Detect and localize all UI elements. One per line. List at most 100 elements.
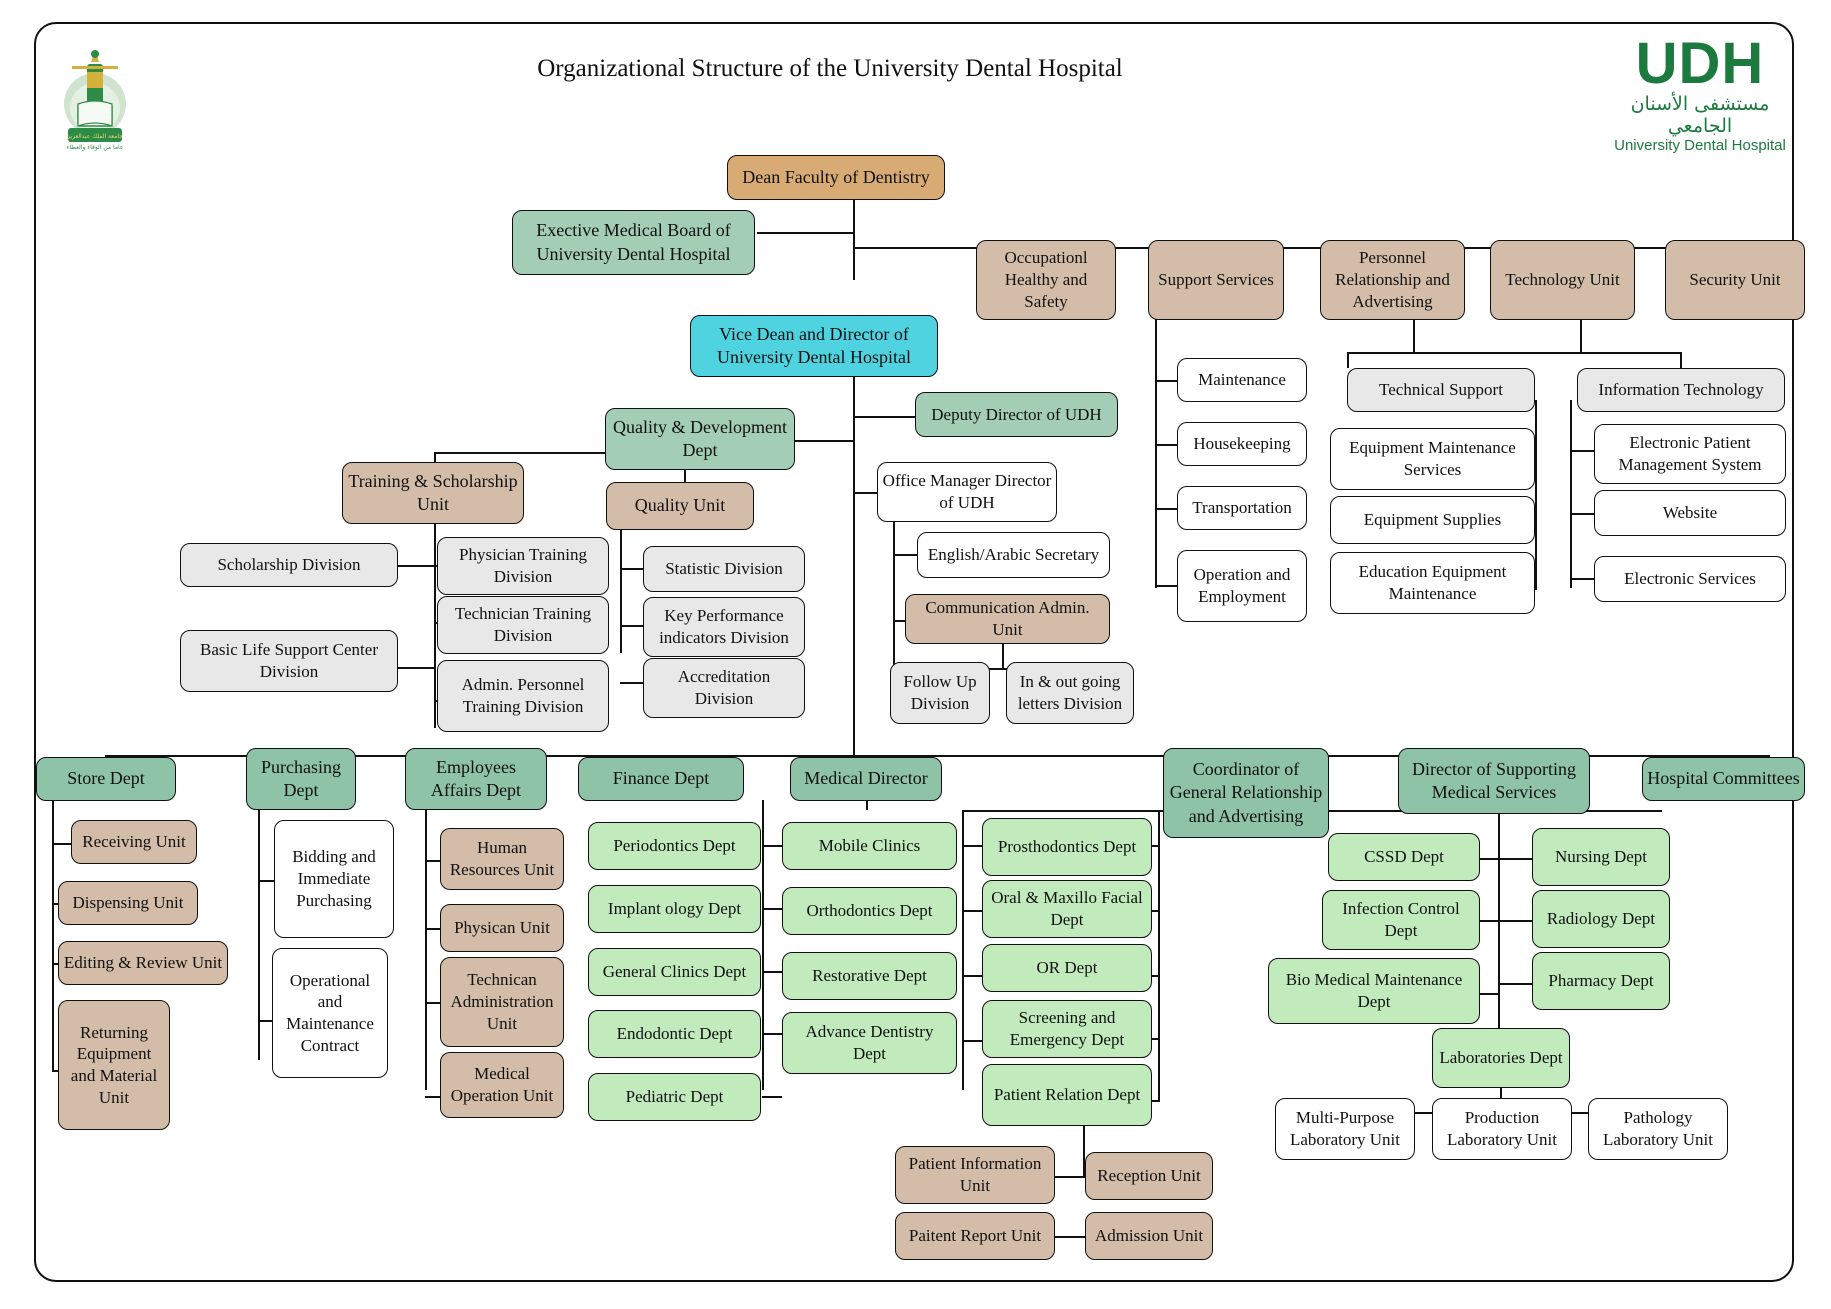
connector bbox=[1498, 920, 1532, 923]
node-basic-life-support[interactable]: Basic Life Support Center Division bbox=[180, 630, 398, 692]
node-operation-employment[interactable]: Operation and Employment bbox=[1177, 550, 1307, 622]
node-radiology-dept[interactable]: Radiology Dept bbox=[1532, 890, 1670, 948]
node-nursing-dept[interactable]: Nursing Dept bbox=[1532, 828, 1670, 886]
node-coordinator-general-relationship[interactable]: Coordinator of General Relationship and … bbox=[1163, 748, 1329, 838]
node-in-out-letters-division[interactable]: In & out going letters Division bbox=[1006, 662, 1134, 724]
node-vice-dean[interactable]: Vice Dean and Director of University Den… bbox=[690, 315, 938, 377]
node-periodontics-dept[interactable]: Periodontics Dept bbox=[588, 822, 761, 870]
node-statistic-division[interactable]: Statistic Division bbox=[643, 546, 805, 592]
node-production-laboratory-unit[interactable]: Production Laboratory Unit bbox=[1432, 1098, 1572, 1160]
connector bbox=[1570, 400, 1573, 588]
node-technology-unit[interactable]: Technology Unit bbox=[1490, 240, 1635, 320]
node-executive-medical-board[interactable]: Exective Medical Board of University Den… bbox=[512, 210, 755, 275]
node-admission-unit[interactable]: Admission Unit bbox=[1085, 1212, 1213, 1260]
node-director-supporting-medical-services[interactable]: Director of Supporting Medical Services bbox=[1398, 748, 1590, 814]
node-human-resources-unit[interactable]: Human Resources Unit bbox=[440, 828, 564, 890]
node-purchasing-dept[interactable]: Purchasing Dept bbox=[246, 748, 356, 810]
node-infection-control-dept[interactable]: Infection Control Dept bbox=[1322, 890, 1480, 950]
node-scholarship-division[interactable]: Scholarship Division bbox=[180, 543, 398, 587]
node-maintenance[interactable]: Maintenance bbox=[1177, 358, 1307, 402]
node-communication-admin-unit[interactable]: Communication Admin. Unit bbox=[905, 594, 1110, 644]
node-endodontic-dept[interactable]: Endodontic Dept bbox=[588, 1010, 761, 1058]
node-or-dept[interactable]: OR Dept bbox=[982, 944, 1152, 992]
node-follow-up-division[interactable]: Follow Up Division bbox=[890, 662, 990, 724]
node-accreditation-division[interactable]: Accreditation Division bbox=[643, 658, 805, 718]
node-receiving-unit[interactable]: Receiving Unit bbox=[71, 820, 197, 864]
node-information-technology[interactable]: Information Technology bbox=[1577, 368, 1785, 412]
node-multi-purpose-laboratory-unit[interactable]: Multi-Purpose Laboratory Unit bbox=[1275, 1098, 1415, 1160]
node-medical-operation-unit[interactable]: Medical Operation Unit bbox=[440, 1052, 564, 1118]
node-education-equipment-maintenance[interactable]: Education Equipment Maintenance bbox=[1330, 552, 1535, 614]
node-quality-development-dept[interactable]: Quality & Development Dept bbox=[605, 408, 795, 470]
node-bidding-immediate-purchasing[interactable]: Bidding and Immediate Purchasing bbox=[274, 820, 394, 938]
node-physician-training-division[interactable]: Physician Training Division bbox=[437, 537, 609, 595]
node-restorative-dept[interactable]: Restorative Dept bbox=[782, 952, 957, 1000]
node-patient-information-unit[interactable]: Patient Information Unit bbox=[895, 1146, 1055, 1204]
node-finance-dept[interactable]: Finance Dept bbox=[578, 757, 744, 801]
node-editing-review-unit[interactable]: Editing & Review Unit bbox=[58, 941, 228, 985]
connector bbox=[853, 190, 856, 280]
node-laboratories-dept[interactable]: Laboratories Dept bbox=[1432, 1028, 1570, 1088]
page-title: Organizational Structure of the Universi… bbox=[537, 55, 1123, 82]
connector bbox=[1535, 400, 1538, 590]
node-physican-unit[interactable]: Physican Unit bbox=[440, 904, 564, 952]
node-technical-support[interactable]: Technical Support bbox=[1347, 368, 1535, 412]
node-kpi-division[interactable]: Key Performance indicators Division bbox=[643, 597, 805, 657]
node-pathology-laboratory-unit[interactable]: Pathology Laboratory Unit bbox=[1588, 1098, 1728, 1160]
connector bbox=[1347, 352, 1350, 368]
node-reception-unit[interactable]: Reception Unit bbox=[1085, 1152, 1213, 1200]
node-store-dept[interactable]: Store Dept bbox=[36, 757, 176, 801]
node-support-services[interactable]: Support Services bbox=[1148, 240, 1284, 320]
node-prosthodontics-dept[interactable]: Prosthodontics Dept bbox=[982, 818, 1152, 876]
connector bbox=[1570, 578, 1594, 581]
connector bbox=[962, 910, 982, 913]
node-pediatric-dept[interactable]: Pediatric Dept bbox=[588, 1073, 761, 1121]
node-implantology-dept[interactable]: Implant ology Dept bbox=[588, 885, 761, 933]
node-mobile-clinics[interactable]: Mobile Clinics bbox=[782, 822, 957, 870]
node-training-scholarship-unit[interactable]: Training & Scholarship Unit bbox=[342, 462, 524, 524]
node-screening-emergency-dept[interactable]: Screening and Emergency Dept bbox=[982, 1000, 1152, 1058]
node-occupational-health-safety[interactable]: Occupationl Healthy and Safety bbox=[976, 240, 1116, 320]
node-advance-dentistry-dept[interactable]: Advance Dentistry Dept bbox=[782, 1012, 957, 1074]
node-hospital-committees[interactable]: Hospital Committees bbox=[1642, 757, 1805, 801]
connector bbox=[1680, 352, 1683, 368]
node-transportation[interactable]: Transportation bbox=[1177, 486, 1307, 530]
node-security-unit[interactable]: Security Unit bbox=[1665, 240, 1805, 320]
node-personnel-relationship[interactable]: Personnel Relationship and Advertising bbox=[1320, 240, 1465, 320]
node-employees-affairs-dept[interactable]: Employees Affairs Dept bbox=[405, 748, 547, 810]
node-equipment-maintenance-services[interactable]: Equipment Maintenance Services bbox=[1330, 428, 1535, 490]
connector bbox=[757, 232, 855, 235]
node-paitent-report-unit[interactable]: Paitent Report Unit bbox=[895, 1212, 1055, 1260]
node-electronic-services[interactable]: Electronic Services bbox=[1594, 556, 1786, 602]
connector bbox=[762, 845, 782, 848]
node-medical-director[interactable]: Medical Director bbox=[790, 757, 942, 801]
node-operational-maintenance-contract[interactable]: Operational and Maintenance Contract bbox=[272, 948, 388, 1078]
node-pharmacy-dept[interactable]: Pharmacy Dept bbox=[1532, 952, 1670, 1010]
node-deputy-director[interactable]: Deputy Director of UDH bbox=[915, 392, 1118, 437]
org-chart-page: جامعة الملك عبدالعزيز عاما من الوفاء وال… bbox=[0, 0, 1831, 1309]
node-dispensing-unit[interactable]: Dispensing Unit bbox=[58, 881, 198, 925]
node-oral-maxillo-facial-dept[interactable]: Oral & Maxillo Facial Dept bbox=[982, 880, 1152, 938]
node-bio-medical-maintenance-dept[interactable]: Bio Medical Maintenance Dept bbox=[1268, 958, 1480, 1024]
node-equipment-supplies[interactable]: Equipment Supplies bbox=[1330, 496, 1535, 544]
node-admin-personnel-training-division[interactable]: Admin. Personnel Training Division bbox=[437, 660, 609, 732]
node-website[interactable]: Website bbox=[1594, 490, 1786, 536]
node-quality-unit[interactable]: Quality Unit bbox=[606, 482, 754, 530]
connector bbox=[258, 880, 274, 883]
node-returning-equipment-unit[interactable]: Returning Equipment and Material Unit bbox=[58, 1000, 170, 1130]
node-patient-relation-dept[interactable]: Patient Relation Dept bbox=[982, 1064, 1152, 1126]
connector bbox=[853, 370, 856, 755]
connector bbox=[1155, 380, 1177, 383]
node-orthodontics-dept[interactable]: Orthodontics Dept bbox=[782, 887, 957, 935]
node-technican-administration-unit[interactable]: Technican Administration Unit bbox=[440, 957, 564, 1047]
node-general-clinics-dept[interactable]: General Clinics Dept bbox=[588, 948, 761, 996]
node-office-manager[interactable]: Office Manager Director of UDH bbox=[877, 462, 1057, 522]
node-dean[interactable]: Dean Faculty of Dentistry bbox=[727, 155, 945, 200]
node-housekeeping[interactable]: Housekeeping bbox=[1177, 422, 1307, 466]
node-electronic-patient-mgmt[interactable]: Electronic Patient Management System bbox=[1594, 424, 1786, 484]
connector bbox=[893, 554, 917, 557]
connector bbox=[962, 975, 982, 978]
node-english-arabic-secretary[interactable]: English/Arabic Secretary bbox=[917, 532, 1110, 578]
node-technician-training-division[interactable]: Technician Training Division bbox=[437, 596, 609, 654]
node-cssd-dept[interactable]: CSSD Dept bbox=[1328, 833, 1480, 881]
